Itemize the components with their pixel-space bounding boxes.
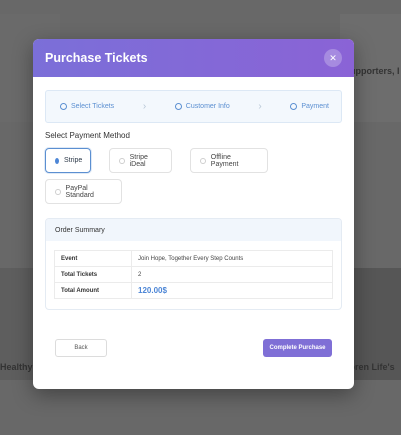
step-payment[interactable]: Payment — [290, 103, 329, 110]
table-row: Total Amount 120.00$ — [54, 282, 333, 299]
payment-option-stripe-ideal[interactable]: Stripe iDeal — [109, 148, 172, 173]
payment-method-options: Stripe Stripe iDeal Offline Payment PayP… — [45, 148, 342, 204]
summary-key: Total Amount — [54, 282, 132, 299]
summary-value: Join Hope, Together Every Step Counts — [131, 250, 333, 267]
order-summary-title: Order Summary — [46, 219, 341, 241]
close-button[interactable]: ✕ — [324, 49, 342, 67]
order-summary-table: Event Join Hope, Together Every Step Cou… — [54, 250, 333, 299]
close-icon: ✕ — [329, 52, 337, 63]
radio-icon — [55, 157, 59, 164]
step-select-tickets[interactable]: Select Tickets — [60, 103, 114, 110]
stepper: Select Tickets › Customer Info › Payment — [45, 90, 342, 123]
table-row: Total Tickets 2 — [54, 266, 333, 283]
step-label: Select Tickets — [71, 103, 115, 110]
summary-key: Event — [54, 250, 132, 267]
modal-footer: Back Complete Purchase — [55, 339, 332, 357]
back-button[interactable]: Back — [55, 339, 107, 357]
payment-option-label: Stripe iDeal — [129, 153, 148, 168]
modal-body: Select Tickets › Customer Info › Payment… — [33, 77, 354, 310]
order-summary: Order Summary Event Join Hope, Together … — [45, 218, 342, 310]
payment-option-label: Offline Payment — [210, 153, 239, 168]
chevron-right-icon: › — [142, 101, 147, 112]
modal-header: Purchase Tickets ✕ — [33, 39, 354, 77]
payment-option-paypal[interactable]: PayPal Standard — [45, 179, 122, 204]
radio-icon — [55, 188, 61, 195]
chevron-right-icon: › — [258, 101, 262, 112]
step-label: Customer Info — [185, 103, 230, 110]
step-label: Payment — [301, 103, 329, 110]
payment-option-label: PayPal Standard — [65, 184, 94, 199]
step-circle-icon — [290, 103, 298, 110]
step-circle-icon — [60, 103, 67, 110]
table-row: Event Join Hope, Together Every Step Cou… — [54, 250, 333, 267]
summary-key: Total Tickets — [54, 266, 132, 283]
payment-option-label: Stripe — [64, 157, 83, 164]
order-summary-body: Event Join Hope, Together Every Step Cou… — [46, 241, 341, 309]
complete-purchase-button[interactable]: Complete Purchase — [263, 339, 332, 357]
summary-value: 2 — [131, 266, 333, 283]
radio-icon — [200, 157, 206, 164]
total-amount-value: 120.00$ — [131, 282, 333, 299]
payment-method-title: Select Payment Method — [45, 131, 130, 140]
modal-title: Purchase Tickets — [45, 51, 148, 65]
step-customer-info[interactable]: Customer Info — [174, 103, 230, 110]
payment-option-stripe[interactable]: Stripe — [45, 148, 91, 173]
payment-option-offline[interactable]: Offline Payment — [190, 148, 268, 173]
step-circle-icon — [174, 103, 182, 110]
purchase-modal: Purchase Tickets ✕ Select Tickets › Cust… — [33, 39, 354, 389]
radio-icon — [119, 157, 125, 164]
